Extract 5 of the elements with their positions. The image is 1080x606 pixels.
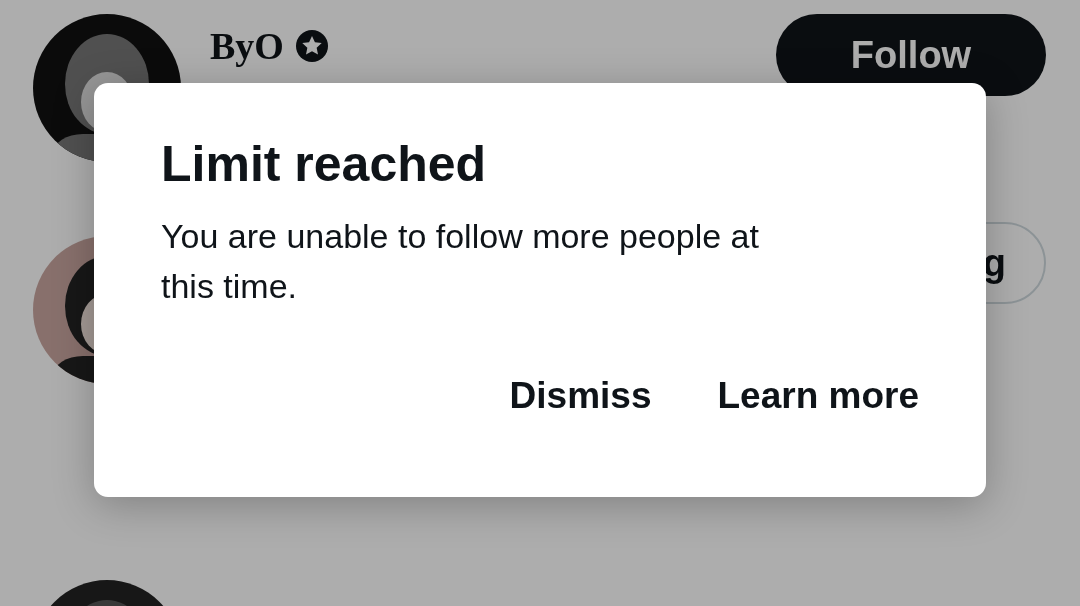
dismiss-button[interactable]: Dismiss bbox=[509, 375, 652, 417]
learn-more-button[interactable]: Learn more bbox=[717, 375, 919, 417]
dialog-message: You are unable to follow more people at this time. bbox=[161, 216, 760, 307]
dialog-title: Limit reached bbox=[161, 135, 488, 194]
user-name: ByO bbox=[210, 24, 284, 68]
